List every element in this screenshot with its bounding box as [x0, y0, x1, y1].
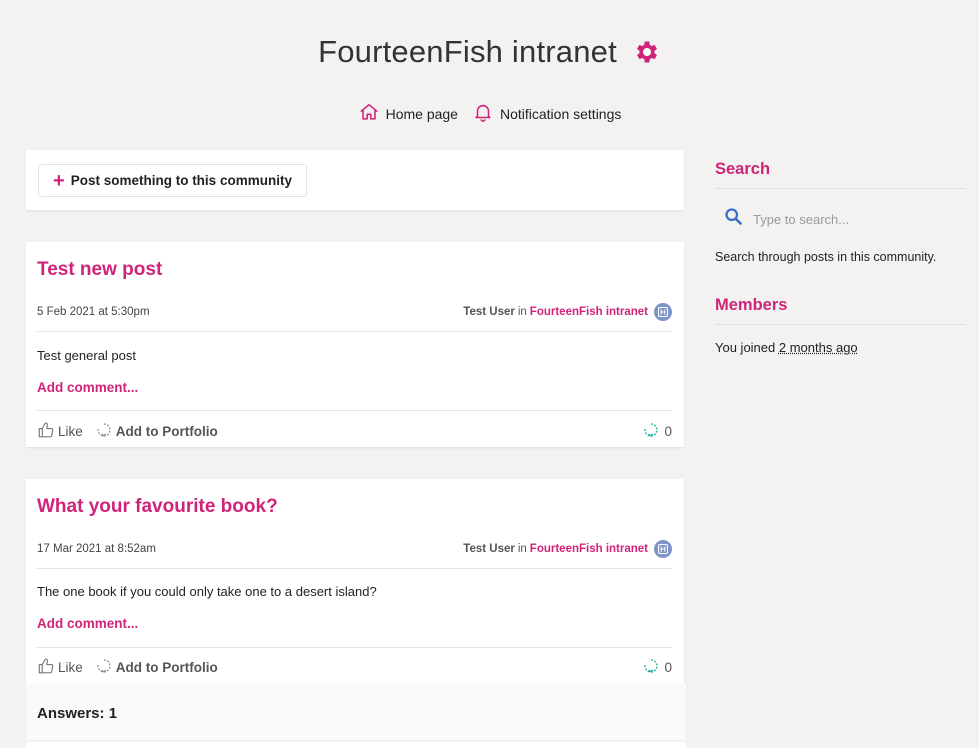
post-title[interactable]: Test new post — [37, 259, 162, 281]
add-comment-link[interactable]: Add comment... — [37, 616, 138, 631]
search-heading: Search — [715, 160, 966, 189]
post-date: 17 Mar 2021 at 8:52am — [37, 543, 156, 555]
nav-notification-label: Notification settings — [499, 105, 622, 122]
post-body: The one book if you could only take one … — [37, 584, 377, 599]
like-label: Like — [58, 424, 83, 439]
portfolio-refresh-icon — [95, 421, 113, 442]
sidebar: Search Search through posts in this comm… — [715, 150, 966, 355]
next-card-edge — [26, 742, 686, 748]
portfolio-count[interactable]: 0 — [642, 421, 672, 442]
post-title[interactable]: What your favourite book? — [37, 496, 278, 518]
bell-icon — [472, 101, 494, 126]
portfolio-label: Add to Portfolio — [115, 424, 218, 439]
post-community-link[interactable]: FourteenFish intranet — [530, 543, 648, 555]
post-card: What your favourite book? 17 Mar 2021 at… — [26, 479, 684, 683]
add-comment-link[interactable]: Add comment... — [37, 380, 138, 395]
portfolio-label: Add to Portfolio — [115, 660, 218, 675]
post-author[interactable]: Test User — [463, 543, 515, 555]
portfolio-count-icon — [642, 657, 660, 678]
post-actions: Like Add to Portfolio — [37, 421, 218, 442]
title-row: FourteenFish intranet — [0, 34, 979, 70]
like-button[interactable]: Like — [37, 421, 83, 442]
add-to-portfolio-button[interactable]: Add to Portfolio — [95, 421, 218, 442]
portfolio-count[interactable]: 0 — [642, 657, 672, 678]
post-date: 5 Feb 2021 at 5:30pm — [37, 306, 150, 318]
search-box — [715, 199, 966, 239]
add-to-portfolio-button[interactable]: Add to Portfolio — [95, 657, 218, 678]
search-icon — [723, 206, 744, 232]
community-badge-icon — [654, 303, 672, 321]
members-heading: Members — [715, 296, 966, 325]
search-input[interactable] — [753, 211, 953, 227]
thumbs-up-icon — [37, 421, 55, 442]
plus-icon: + — [53, 169, 65, 192]
divider — [37, 331, 672, 332]
like-label: Like — [58, 660, 83, 675]
post-author[interactable]: Test User — [463, 306, 515, 318]
post-card: Test new post 5 Feb 2021 at 5:30pm Test … — [26, 242, 684, 447]
joined-prefix: You joined — [715, 340, 776, 355]
nav-home-page[interactable]: Home page — [358, 101, 458, 126]
gear-icon[interactable] — [633, 38, 661, 66]
post-author-line: Test User in FourteenFish intranet — [463, 540, 672, 558]
joined-text: You joined 2 months ago — [715, 340, 966, 355]
joined-ago: 2 months ago — [778, 340, 858, 355]
post-community-link[interactable]: FourteenFish intranet — [530, 306, 648, 318]
composer-card: + Post something to this community — [26, 150, 684, 210]
nav-home-label: Home page — [385, 105, 458, 122]
portfolio-count-value: 0 — [664, 424, 672, 439]
answers-section: Answers: 1 — [26, 683, 686, 740]
community-badge-icon — [654, 540, 672, 558]
thumbs-up-icon — [37, 657, 55, 678]
divider — [37, 647, 672, 648]
portfolio-count-icon — [642, 421, 660, 442]
post-something-label: Post something to this community — [70, 173, 292, 188]
divider — [37, 410, 672, 411]
home-icon — [358, 101, 380, 126]
post-actions: Like Add to Portfolio — [37, 657, 218, 678]
post-author-line: Test User in FourteenFish intranet — [463, 303, 672, 321]
post-something-button[interactable]: + Post something to this community — [38, 164, 307, 197]
top-nav: Home page Notification settings — [0, 101, 979, 126]
page-header: FourteenFish intranet Home page Notifica… — [0, 0, 979, 140]
portfolio-count-value: 0 — [664, 660, 672, 675]
portfolio-refresh-icon — [95, 657, 113, 678]
divider — [37, 568, 672, 569]
post-body: Test general post — [37, 348, 137, 363]
post-in-word: in — [517, 306, 527, 318]
answers-count[interactable]: Answers: 1 — [37, 705, 117, 722]
nav-notification-settings[interactable]: Notification settings — [472, 101, 621, 126]
search-help-text: Search through posts in this community. — [715, 250, 937, 264]
like-button[interactable]: Like — [37, 657, 83, 678]
page-title: FourteenFish intranet — [318, 34, 617, 69]
post-in-word: in — [517, 543, 527, 555]
